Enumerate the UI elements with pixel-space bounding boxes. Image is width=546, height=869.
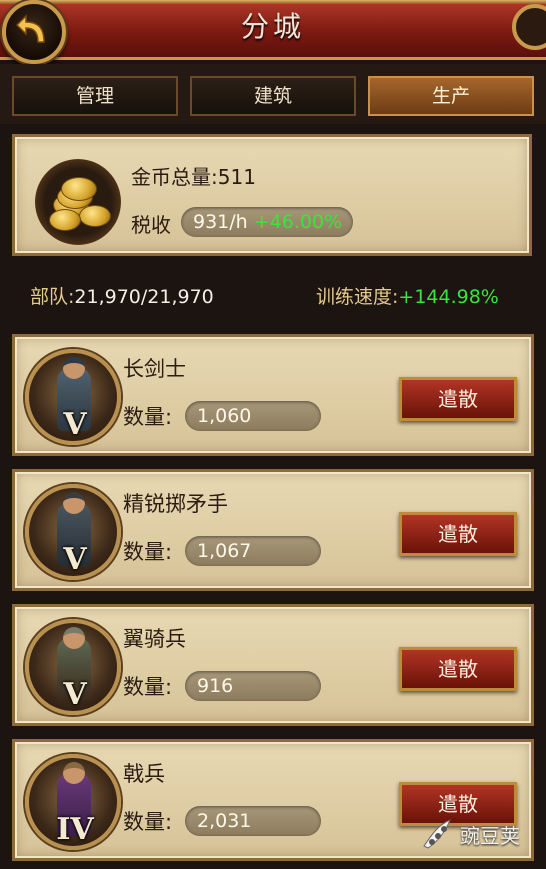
unit-portrait-elite-javelin[interactable]: V xyxy=(25,484,121,580)
title-bar: 分城 xyxy=(0,0,546,60)
page-title: 分城 xyxy=(240,10,305,43)
watermark-text: 豌豆荚 xyxy=(460,824,520,848)
troops-stat: 部队:21,970/21,970 xyxy=(30,286,214,308)
unit-name: 长剑士 xyxy=(123,357,186,381)
unit-card: V 长剑士 数量: 1,060 遣散 xyxy=(12,334,534,456)
unit-name: 戟兵 xyxy=(123,762,165,786)
unit-card: V 精锐掷矛手 数量: 1,067 遣散 xyxy=(12,469,534,591)
quantity-value: 2,031 xyxy=(185,806,321,836)
disband-button[interactable]: 遣散 xyxy=(399,647,517,691)
rank-badge: V xyxy=(63,542,87,577)
tax-bonus: +46.00% xyxy=(253,211,343,233)
back-arrow-icon xyxy=(15,14,45,43)
rank-badge: V xyxy=(63,677,87,712)
disband-button[interactable]: 遣散 xyxy=(399,512,517,556)
back-button[interactable] xyxy=(2,0,66,64)
gold-panel: 金币总量:511 税收 931/h +46.00% xyxy=(12,134,532,256)
tax-rate: 931/h xyxy=(193,211,248,233)
tab-production[interactable]: 生产 xyxy=(368,76,534,116)
quantity-label: 数量: xyxy=(123,810,173,834)
gold-total-value: 511 xyxy=(217,165,256,189)
tab-bar: 管理 建筑 生产 xyxy=(0,64,546,124)
unit-portrait-winged-hussar[interactable]: V xyxy=(25,619,121,715)
quantity-value: 916 xyxy=(185,671,321,701)
unit-name: 翼骑兵 xyxy=(123,627,186,651)
watermark: 豌豆荚 xyxy=(418,814,538,854)
gold-total-label: 金币总量:511 xyxy=(131,165,256,189)
quantity-value: 1,067 xyxy=(185,536,321,566)
stats-row: 部队:21,970/21,970 训练速度:+144.98% xyxy=(0,266,546,322)
tab-buildings[interactable]: 建筑 xyxy=(190,76,356,116)
gold-coins-icon xyxy=(35,159,121,245)
tax-label: 税收 xyxy=(131,213,171,237)
disband-button[interactable]: 遣散 xyxy=(399,377,517,421)
pea-pod-logo-icon xyxy=(423,819,451,849)
rank-badge: V xyxy=(63,407,87,442)
troops-value: 21,970/21,970 xyxy=(74,286,214,308)
quantity-label: 数量: xyxy=(123,405,173,429)
training-speed-stat: 训练速度:+144.98% xyxy=(316,286,499,308)
unit-card: V 翼骑兵 数量: 916 遣散 xyxy=(12,604,534,726)
unit-name: 精锐掷矛手 xyxy=(123,492,228,516)
quantity-label: 数量: xyxy=(123,675,173,699)
rank-badge: IV xyxy=(56,812,94,847)
unit-portrait-longswordsman[interactable]: V xyxy=(25,349,121,445)
tax-pill: 931/h +46.00% xyxy=(181,207,353,237)
tab-manage[interactable]: 管理 xyxy=(12,76,178,116)
unit-portrait-halberdier[interactable]: IV xyxy=(25,754,121,850)
quantity-value: 1,060 xyxy=(185,401,321,431)
quantity-label: 数量: xyxy=(123,540,173,564)
training-speed-value: +144.98% xyxy=(398,286,499,308)
